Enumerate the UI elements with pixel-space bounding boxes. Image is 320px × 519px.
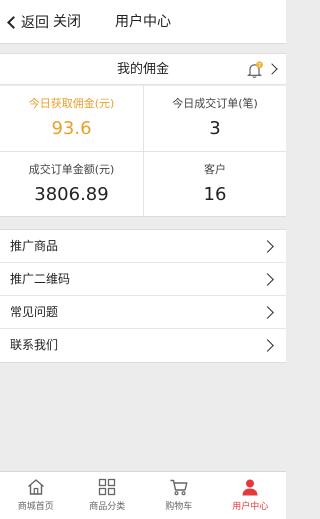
menu-item-label: 推广商品 (10, 239, 59, 253)
menu-list: 推广商品 推广二维码 常见问题 联系我们 (0, 229, 286, 363)
stat-value: 3806.89 (34, 184, 109, 205)
menu-item-promote-qrcode[interactable]: 推广二维码 (0, 263, 286, 296)
stat-label: 客户 (204, 163, 226, 176)
stat-today-orders: 今日成交订单(笔) 3 (143, 86, 286, 151)
menu-item-label: 推广二维码 (10, 272, 71, 286)
top-bar: 返回 关闭 用户中心 (0, 0, 286, 44)
grid-icon (99, 478, 116, 496)
home-icon (27, 479, 44, 495)
back-label: 返回 (21, 15, 49, 31)
bell-icon[interactable]: ? (246, 61, 264, 79)
stat-label: 今日获取佣金(元) (28, 97, 115, 110)
chevron-left-icon (7, 15, 20, 29)
stat-order-amount: 成交订单金额(元) 3806.89 (0, 152, 143, 217)
tab-cart[interactable]: 购物车 (143, 472, 215, 519)
menu-item-promote-products[interactable]: 推广商品 (0, 230, 286, 263)
chevron-right-icon (261, 240, 274, 253)
chevron-right-icon (261, 306, 274, 319)
stat-value: 93.6 (51, 118, 92, 139)
user-icon (242, 479, 258, 496)
stat-today-commission: 今日获取佣金(元) 93.6 (0, 86, 143, 151)
close-button[interactable]: 关闭 (53, 11, 81, 33)
menu-item-label: 常见问题 (10, 305, 59, 319)
commission-title: 我的佣金 (116, 62, 169, 77)
notification-badge: ? (258, 63, 261, 69)
stat-value: 16 (203, 184, 227, 205)
back-button[interactable]: 返回 (5, 11, 49, 33)
menu-item-faq[interactable]: 常见问题 (0, 296, 286, 329)
page-title: 用户中心 (115, 14, 171, 30)
tab-label: 商品分类 (89, 502, 126, 512)
menu-item-label: 联系我们 (10, 338, 59, 352)
cart-icon (170, 479, 188, 496)
stat-value: 3 (209, 118, 221, 139)
chevron-right-icon (261, 339, 274, 352)
tab-label: 购物车 (165, 502, 193, 512)
bottom-tab-bar: 商城首页 商品分类 购物车 用户中心 (0, 471, 286, 519)
stat-label: 成交订单金额(元) (28, 163, 115, 176)
menu-item-contact-us[interactable]: 联系我们 (0, 329, 286, 362)
stats-panel: 今日获取佣金(元) 93.6 今日成交订单(笔) 3 成交订单金额(元) 380… (0, 86, 286, 217)
commission-header[interactable]: 我的佣金 ? (0, 53, 286, 85)
tab-label: 用户中心 (232, 502, 269, 512)
tab-label: 商城首页 (17, 502, 54, 512)
stat-label: 今日成交订单(笔) (172, 97, 258, 110)
tab-home[interactable]: 商城首页 (0, 472, 72, 519)
chevron-right-icon (261, 273, 274, 286)
tab-categories[interactable]: 商品分类 (72, 472, 144, 519)
stat-customers: 客户 16 (143, 152, 286, 217)
tab-user-center[interactable]: 用户中心 (215, 472, 287, 519)
